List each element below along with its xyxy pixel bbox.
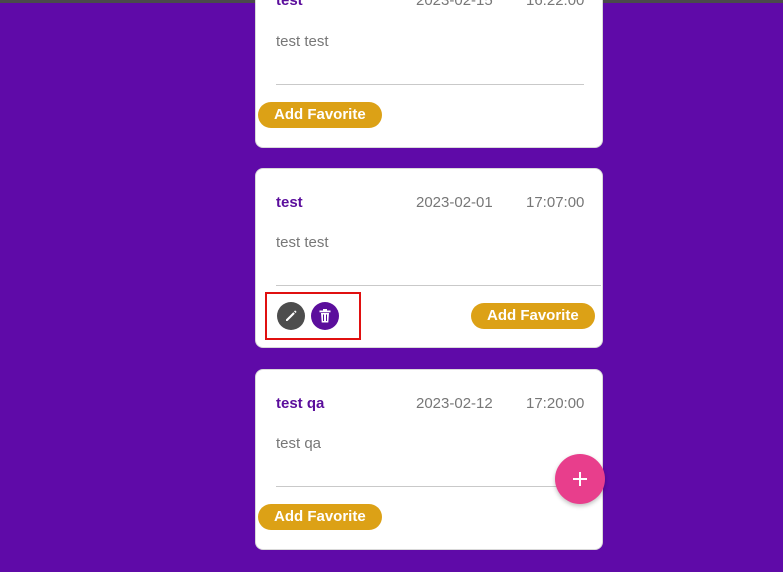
add-favorite-button[interactable]: Add Favorite [258,102,382,128]
event-date: 2023-02-01 [416,194,493,211]
plus-icon [571,470,589,488]
trash-icon [318,308,332,324]
event-card: test qa 2023-02-12 17:20:00 test qa Add … [255,369,603,550]
event-time: 17:07:00 [526,194,585,211]
event-card: test 2023-02-01 17:07:00 test test Add F… [255,168,603,348]
card-divider [276,486,584,487]
event-time: 16:22:00 [526,0,585,9]
delete-button[interactable] [311,302,339,330]
add-event-fab[interactable] [555,454,605,504]
event-description: test test [276,234,329,251]
add-favorite-button[interactable]: Add Favorite [471,303,595,329]
event-description: test qa [276,435,322,452]
pencil-icon [283,308,299,324]
event-date: 2023-02-12 [416,395,493,412]
event-date: 2023-02-15 [416,0,493,9]
event-title: test qa [276,395,325,412]
event-time: 17:20:00 [526,395,585,412]
event-card: test 2023-02-15 16:22:00 test test Add F… [255,0,603,148]
card-divider [276,84,584,85]
event-description: test test [276,33,329,50]
add-favorite-button[interactable]: Add Favorite [258,504,382,530]
edit-button[interactable] [277,302,305,330]
card-divider [276,285,601,286]
event-title: test [276,0,303,9]
event-title: test [276,194,303,211]
